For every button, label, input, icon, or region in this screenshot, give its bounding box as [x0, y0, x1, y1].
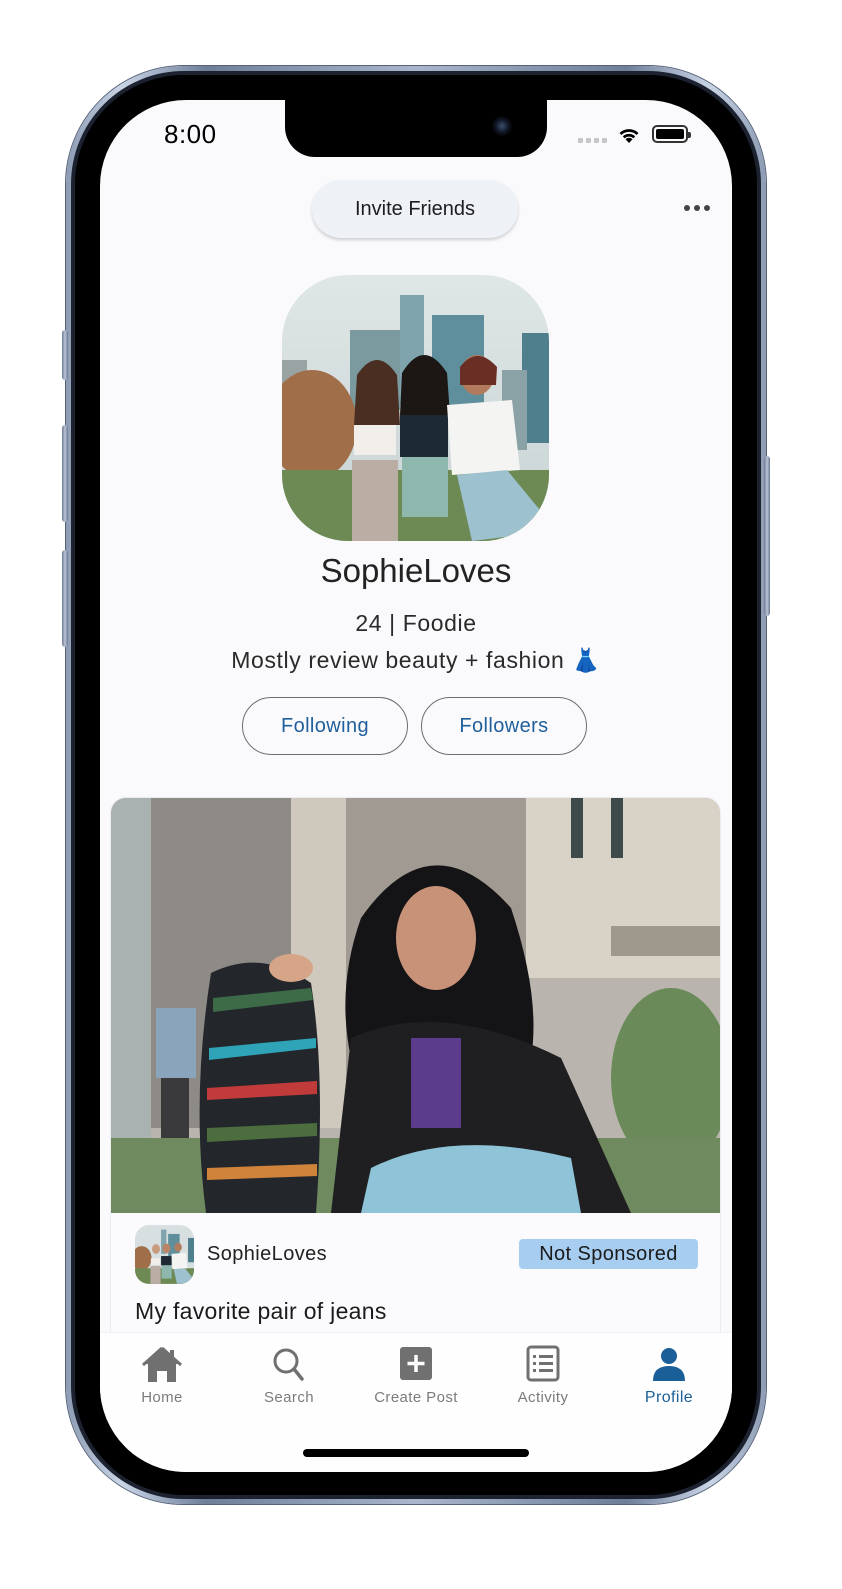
home-icon — [141, 1346, 183, 1382]
profile-username: SophieLoves — [320, 552, 512, 589]
post-title[interactable]: My favorite pair of jeans — [135, 1298, 387, 1325]
wifi-icon — [619, 129, 639, 143]
mute-switch — [62, 330, 68, 380]
post-author-avatar[interactable] — [135, 1225, 194, 1284]
list-icon — [526, 1345, 560, 1382]
tab-profile[interactable]: Profile — [619, 1345, 719, 1415]
cellular-signal-icon — [578, 138, 607, 143]
home-indicator[interactable] — [303, 1449, 529, 1457]
tab-create-post[interactable]: Create Post — [366, 1345, 466, 1415]
followers-button[interactable]: Followers — [421, 697, 587, 755]
volume-up-button — [62, 425, 68, 522]
power-button — [764, 456, 770, 616]
app-screen: 8:00 Invite Friends SophieLoves 24 | Foo… — [100, 100, 732, 1472]
person-icon — [653, 1348, 685, 1381]
search-icon — [273, 1348, 304, 1381]
battery-icon — [652, 125, 691, 143]
front-camera — [492, 116, 512, 136]
post-image[interactable] — [111, 798, 720, 1213]
tab-home-label: Home — [141, 1389, 183, 1406]
tab-search[interactable]: Search — [239, 1345, 339, 1415]
post-author-photo — [135, 1225, 194, 1284]
post-author-name[interactable]: SophieLoves — [207, 1243, 327, 1266]
tab-activity-label: Activity — [517, 1389, 569, 1406]
status-time: 8:00 — [164, 119, 217, 149]
tab-activity[interactable]: Activity — [493, 1345, 593, 1415]
profile-avatar[interactable] — [282, 275, 549, 541]
profile-bio: Mostly review beauty + fashion 👗 — [100, 647, 732, 674]
tab-search-label: Search — [264, 1389, 314, 1406]
more-horizontal-icon[interactable] — [682, 198, 712, 218]
post-photo — [111, 798, 720, 1213]
tab-home[interactable]: Home — [112, 1345, 212, 1415]
invite-friends-button[interactable]: Invite Friends — [312, 180, 518, 238]
profile-photo — [282, 275, 549, 541]
sponsor-status-badge: Not Sponsored — [519, 1239, 698, 1269]
following-button[interactable]: Following — [242, 697, 408, 755]
tab-create-post-label: Create Post — [374, 1389, 458, 1406]
dress-icon: 👗 — [571, 647, 601, 673]
profile-bio-text: Mostly review beauty + fashion — [231, 647, 565, 673]
notch — [285, 100, 547, 157]
plus-square-icon — [400, 1347, 432, 1380]
volume-down-button — [62, 550, 68, 647]
tab-profile-label: Profile — [644, 1389, 694, 1406]
profile-meta: 24 | Foodie — [355, 610, 477, 636]
post-card[interactable]: SophieLoves Not Sponsored My favorite pa… — [110, 797, 721, 1357]
